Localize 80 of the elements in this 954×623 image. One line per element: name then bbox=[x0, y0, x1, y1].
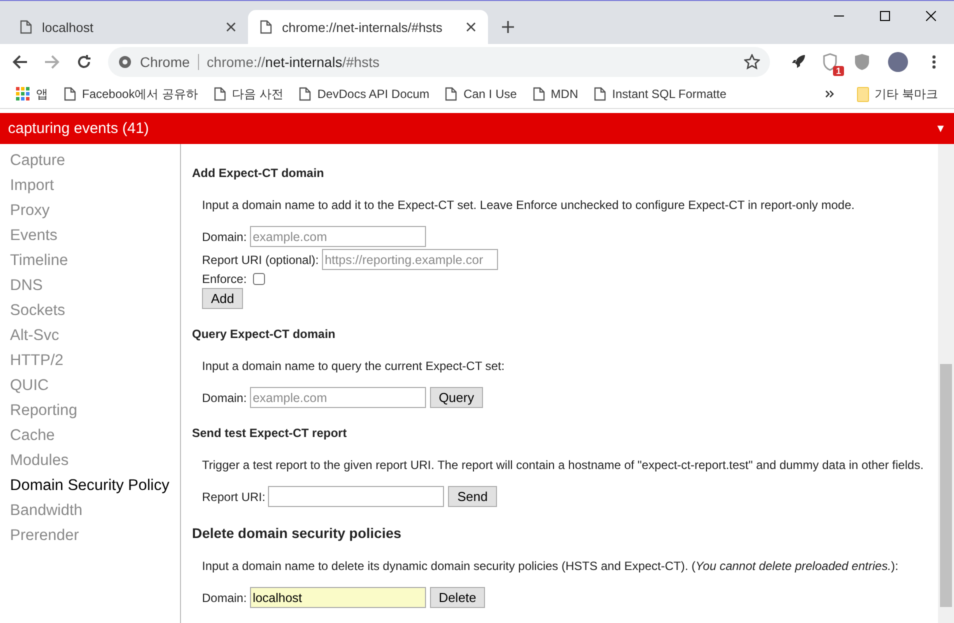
action-button[interactable]: Delete bbox=[430, 587, 486, 608]
sidebar-item[interactable]: Proxy bbox=[0, 198, 180, 223]
sidebar-item[interactable]: QUIC bbox=[0, 373, 180, 398]
bookmark-link[interactable]: MDN bbox=[524, 87, 586, 101]
page-icon bbox=[299, 87, 312, 101]
sidebar-item[interactable]: Prerender bbox=[0, 523, 180, 548]
shield-outline-icon bbox=[822, 53, 838, 71]
field-label: Domain: bbox=[202, 590, 247, 604]
field-label: Report URI: bbox=[202, 490, 266, 504]
input-field[interactable]: https://reporting.example.cor bbox=[322, 249, 498, 270]
page-icon bbox=[445, 87, 458, 101]
plus-icon bbox=[501, 20, 515, 34]
scrollbar[interactable] bbox=[938, 144, 954, 623]
field-label: Domain: bbox=[202, 230, 247, 244]
action-button[interactable]: Add bbox=[202, 288, 244, 309]
close-icon[interactable] bbox=[466, 22, 476, 32]
bookmark-link[interactable]: 다음 사전 bbox=[206, 86, 292, 102]
dropdown-caret[interactable]: ▼ bbox=[935, 122, 946, 134]
reload-icon bbox=[76, 54, 92, 70]
globe-icon bbox=[118, 55, 132, 69]
field-label: Enforce: bbox=[202, 272, 247, 286]
close-icon bbox=[926, 11, 936, 21]
field-label: Domain: bbox=[202, 390, 247, 404]
apps-grid-icon bbox=[16, 87, 30, 101]
chevron-icon[interactable] bbox=[824, 89, 835, 99]
sidebar-item[interactable]: Cache bbox=[0, 423, 180, 448]
sidebar-item[interactable]: Sockets bbox=[0, 298, 180, 323]
input-field[interactable] bbox=[268, 486, 444, 507]
page-icon bbox=[594, 87, 606, 101]
section-heading: Query Expect-CT domain bbox=[192, 327, 336, 341]
bookmark-link[interactable]: 앱 bbox=[8, 86, 56, 102]
bookmark-link[interactable]: Facebook에서 공유하 bbox=[56, 86, 206, 102]
input-field[interactable]: localhost bbox=[250, 587, 426, 608]
sidebar-item[interactable]: Timeline bbox=[0, 248, 180, 273]
sidebar-item[interactable]: Import bbox=[0, 173, 180, 198]
section-heading: Send test Expect-CT report bbox=[192, 426, 348, 440]
bookmark-link[interactable]: Can I Use bbox=[437, 87, 525, 101]
address-bar[interactable]: Chrome chrome://net-internals/#hsts bbox=[108, 47, 770, 77]
bookmark-link[interactable]: Instant SQL Formatte bbox=[586, 87, 734, 101]
input-field[interactable]: example.com bbox=[250, 226, 426, 247]
page-icon bbox=[214, 87, 226, 101]
arrow-left-icon bbox=[12, 54, 28, 70]
checkbox[interactable] bbox=[252, 273, 265, 285]
sidebar-item[interactable]: Domain Security Policy bbox=[0, 473, 180, 498]
section-description: Input a domain name to delete its dynamic domain security policies (HSTS and Expect-CT). (You cannot delete preloaded entries.): bbox=[202, 558, 900, 574]
extension-button[interactable]: 1 bbox=[816, 48, 844, 76]
maximize-icon bbox=[880, 11, 890, 21]
input-field[interactable]: example.com bbox=[250, 387, 426, 408]
section-description: Trigger a test report to the given report URI. The report will contain a hostname of "expect-ct-report.test" and dummy data in other fields. bbox=[202, 457, 925, 473]
section-description: Input a domain name to query the current Expect-CT set: bbox=[202, 358, 506, 374]
field-label: Report URI (optional): bbox=[202, 252, 319, 266]
page-icon bbox=[20, 20, 32, 34]
page-icon bbox=[260, 20, 272, 34]
star-icon[interactable] bbox=[744, 54, 760, 70]
sidebar-item[interactable]: HTTP/2 bbox=[0, 348, 180, 373]
arrow-right-icon bbox=[44, 54, 60, 70]
section-heading: Delete domain security policies bbox=[192, 525, 402, 541]
action-button[interactable]: Send bbox=[448, 486, 497, 507]
folder-icon bbox=[856, 86, 869, 102]
sidebar-item[interactable]: Modules bbox=[0, 448, 180, 473]
bookmark-link[interactable]: DevDocs API Docum bbox=[291, 87, 438, 101]
browser-tab[interactable]: chrome://net-internals/#hsts bbox=[248, 10, 488, 44]
close-icon[interactable] bbox=[226, 22, 236, 32]
count-badge: 1 bbox=[832, 66, 844, 76]
action-button[interactable]: Query bbox=[430, 387, 484, 408]
status-text: capturing events (41) bbox=[8, 120, 149, 137]
avatar[interactable] bbox=[888, 52, 908, 72]
sidebar-item[interactable]: Alt-Svc bbox=[0, 323, 180, 348]
section-description: Input a domain name to add it to the Expect-CT set. Leave Enforce unchecked to configure Expect-CT in report-only mode. bbox=[202, 197, 856, 213]
sidebar-item[interactable]: Reporting bbox=[0, 398, 180, 423]
sidebar-item[interactable]: Bandwidth bbox=[0, 498, 180, 523]
sidebar-item[interactable]: Capture bbox=[0, 148, 180, 173]
page-icon bbox=[532, 87, 545, 101]
sidebar-item[interactable]: DNS bbox=[0, 273, 180, 298]
bookmark-folder[interactable]: 기타 북마크 bbox=[848, 86, 946, 102]
page-icon bbox=[64, 87, 76, 101]
scrollbar-thumb[interactable] bbox=[940, 364, 952, 607]
sidebar-item[interactable]: Events bbox=[0, 223, 180, 248]
browser-tab[interactable]: localhost bbox=[8, 10, 248, 44]
section-heading: Add Expect-CT domain bbox=[192, 166, 326, 180]
